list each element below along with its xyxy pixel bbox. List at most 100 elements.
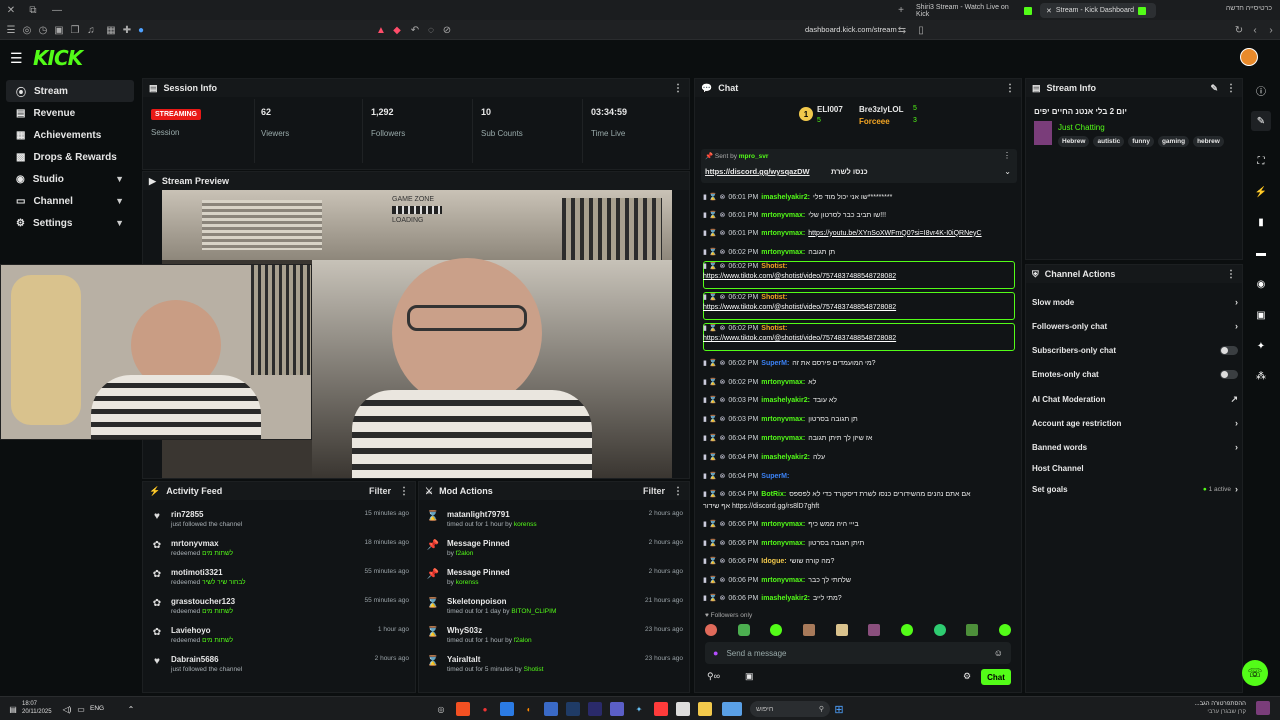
document-icon[interactable]: ▮	[1251, 212, 1271, 232]
mod-tools-icon[interactable]: ▮ ⌛ ⊗	[703, 434, 725, 442]
chat-username[interactable]: BotRix:	[761, 491, 786, 498]
menu-icon[interactable]: ☰	[4, 23, 18, 37]
top-user[interactable]: Forceee	[859, 117, 890, 126]
chat-username[interactable]: imashelyakir2:	[761, 397, 810, 404]
notification-toast[interactable]: ...ההסתפרטורה הגב קרן שבגרן ערבי	[1150, 700, 1246, 716]
mod-tools-icon[interactable]: ▮ ⌛ ⊗	[703, 262, 725, 270]
notification-avatar[interactable]	[1256, 701, 1270, 715]
mod-tools-icon[interactable]: ▮ ⌛ ⊗	[703, 229, 725, 237]
chat-username[interactable]: SuperM:	[761, 360, 789, 367]
gear-icon[interactable]: ⚙	[963, 671, 971, 682]
steam-icon[interactable]: ✦	[632, 702, 646, 716]
unpin-icon[interactable]: ⋮	[1003, 151, 1011, 160]
chat-username[interactable]: Idogue:	[761, 558, 786, 565]
chat-username[interactable]: mrtonyvmax:	[761, 379, 805, 386]
more-icon[interactable]: ⋮	[399, 486, 409, 497]
app-icon[interactable]	[566, 702, 580, 716]
app-icon[interactable]	[500, 702, 514, 716]
warning-icon[interactable]: ▲	[374, 23, 388, 37]
sidebar-item-channel[interactable]: ▭ Channel ▼	[6, 190, 134, 212]
chat-username[interactable]: imashelyakir2:	[761, 194, 810, 201]
vivaldi-icon[interactable]: ◆	[390, 23, 404, 37]
action-host-channel[interactable]: Host Channel	[1032, 459, 1238, 477]
chat-username[interactable]: Shotist:	[761, 325, 787, 332]
mod-tools-icon[interactable]: ▮ ⌛ ⊗	[703, 211, 725, 219]
activity-user[interactable]: grasstoucher123	[171, 597, 235, 606]
mod-tools-icon[interactable]: ▮ ⌛ ⊗	[703, 324, 725, 332]
mod-target[interactable]: Skeletonpoison	[447, 597, 556, 606]
app-icon[interactable]	[588, 702, 602, 716]
nodes-icon[interactable]: ⁂	[1251, 366, 1271, 386]
weather-icon[interactable]	[722, 702, 742, 716]
mod-target[interactable]: Yairaltalt	[447, 655, 543, 664]
action-followers-only[interactable]: Followers-only chat ›	[1032, 317, 1238, 335]
category-name[interactable]: Just Chatting	[1058, 123, 1105, 132]
minimize-icon[interactable]: —	[50, 3, 64, 17]
hamburger-icon[interactable]: ☰	[10, 50, 23, 67]
music-icon[interactable]: ♫	[84, 23, 98, 37]
back-arrow-icon[interactable]: ›	[1264, 23, 1278, 37]
sidebar-item-settings[interactable]: ⚙ Settings ▼	[6, 212, 134, 234]
activity-user[interactable]: rin72855	[171, 510, 242, 519]
emote-icon[interactable]	[998, 624, 1011, 636]
chat-text[interactable]: https://www.tiktok.com/@shotist/video/75…	[703, 273, 1013, 280]
info-icon[interactable]: ⓘ	[1251, 80, 1271, 100]
chat-username[interactable]: mrtonyvmax:	[761, 540, 805, 547]
sidebar-item-studio[interactable]: ◉ Studio ▼	[6, 168, 134, 190]
puzzle-icon[interactable]: ✚	[120, 23, 134, 37]
monitor-icon[interactable]: ▭	[74, 702, 88, 716]
sidebar-item-achievements[interactable]: ▦ Achievements	[6, 124, 134, 146]
mod-tools-icon[interactable]: ▮ ⌛ ⊗	[703, 576, 725, 584]
chat-username[interactable]: mrtonyvmax:	[761, 230, 805, 237]
mod-tools-icon[interactable]: ▮ ⌛ ⊗	[703, 378, 725, 386]
url-field[interactable]: dashboard.kick.com/stream	[805, 25, 897, 34]
more-icon[interactable]: ⋮	[1005, 83, 1015, 94]
more-icon[interactable]: ⋮	[1226, 83, 1236, 94]
app-icon[interactable]	[676, 702, 690, 716]
mod-tools-icon[interactable]: ▮ ⌛ ⊗	[703, 193, 725, 201]
action-account-age[interactable]: Account age restriction ›	[1032, 414, 1238, 432]
activity-user[interactable]: Dabrain5686	[171, 655, 242, 664]
chat-text[interactable]: https://www.tiktok.com/@shotist/video/75…	[703, 335, 1013, 342]
pinned-link[interactable]: https://discord.gg/wysqazDW	[705, 167, 810, 176]
chat-username[interactable]: mrtonyvmax:	[761, 577, 805, 584]
pinned-message[interactable]: 📌 Sent by mpro_svr https://discord.gg/wy…	[701, 149, 1017, 183]
tag[interactable]: hebrew	[1193, 136, 1224, 147]
app-icon[interactable]	[610, 702, 624, 716]
filter-button[interactable]: Filter	[369, 486, 391, 496]
app-icon[interactable]	[456, 702, 470, 716]
copy-icon[interactable]: ❐	[68, 23, 82, 37]
tab-kick-watch[interactable]: Shiri3 Stream - Watch Live on Kick	[910, 3, 1038, 18]
filter-button[interactable]: Filter	[643, 486, 665, 496]
focus-icon[interactable]: ⛶	[1251, 151, 1271, 171]
tab-close-icon[interactable]: ✕	[1046, 7, 1052, 15]
mod-target[interactable]: Message Pinned	[447, 539, 510, 548]
action-set-goals[interactable]: Set goals ● 1 active ›	[1032, 480, 1238, 498]
shield-icon[interactable]: ◎	[20, 23, 34, 37]
mod-target[interactable]: matanlight79791	[447, 510, 537, 519]
activity-user[interactable]: mrtonyvmax	[171, 539, 233, 548]
mod-target[interactable]: Message Pinned	[447, 568, 510, 577]
chat-username[interactable]: mrtonyvmax:	[761, 212, 805, 219]
bolt-icon[interactable]: ⚡	[1251, 182, 1271, 202]
mod-tools-icon[interactable]: ▮ ⌛ ⊗	[703, 539, 725, 547]
action-slow-mode[interactable]: Slow mode ›	[1032, 293, 1238, 311]
action-banned-words[interactable]: Banned words ›	[1032, 438, 1238, 456]
sidebar-item-revenue[interactable]: ▤ Revenue	[6, 102, 134, 124]
back-icon[interactable]: ↶	[408, 23, 422, 37]
emote-icon[interactable]	[933, 624, 946, 636]
close-icon[interactable]: ✕	[4, 3, 18, 17]
extension-icon[interactable]: ●	[134, 23, 148, 37]
notification-icon[interactable]: ▤	[6, 702, 20, 716]
mod-tools-icon[interactable]: ▮ ⌛ ⊗	[703, 248, 725, 256]
chevron-up-icon[interactable]: ⌃	[124, 702, 138, 716]
window-icon[interactable]: ▣	[52, 23, 66, 37]
eye-off-icon[interactable]: ⊘	[440, 23, 454, 37]
language-indicator[interactable]: ENG	[90, 705, 104, 712]
media-icon[interactable]: ▣	[1251, 305, 1271, 325]
wrench-icon[interactable]: ✦	[1251, 336, 1271, 356]
mod-tools-icon[interactable]: ▮ ⌛ ⊗	[703, 293, 725, 301]
volume-icon[interactable]: ◁)	[60, 702, 74, 716]
chat-username[interactable]: imashelyakir2:	[761, 454, 810, 461]
tab-grid-icon[interactable]: ▦	[104, 23, 118, 37]
